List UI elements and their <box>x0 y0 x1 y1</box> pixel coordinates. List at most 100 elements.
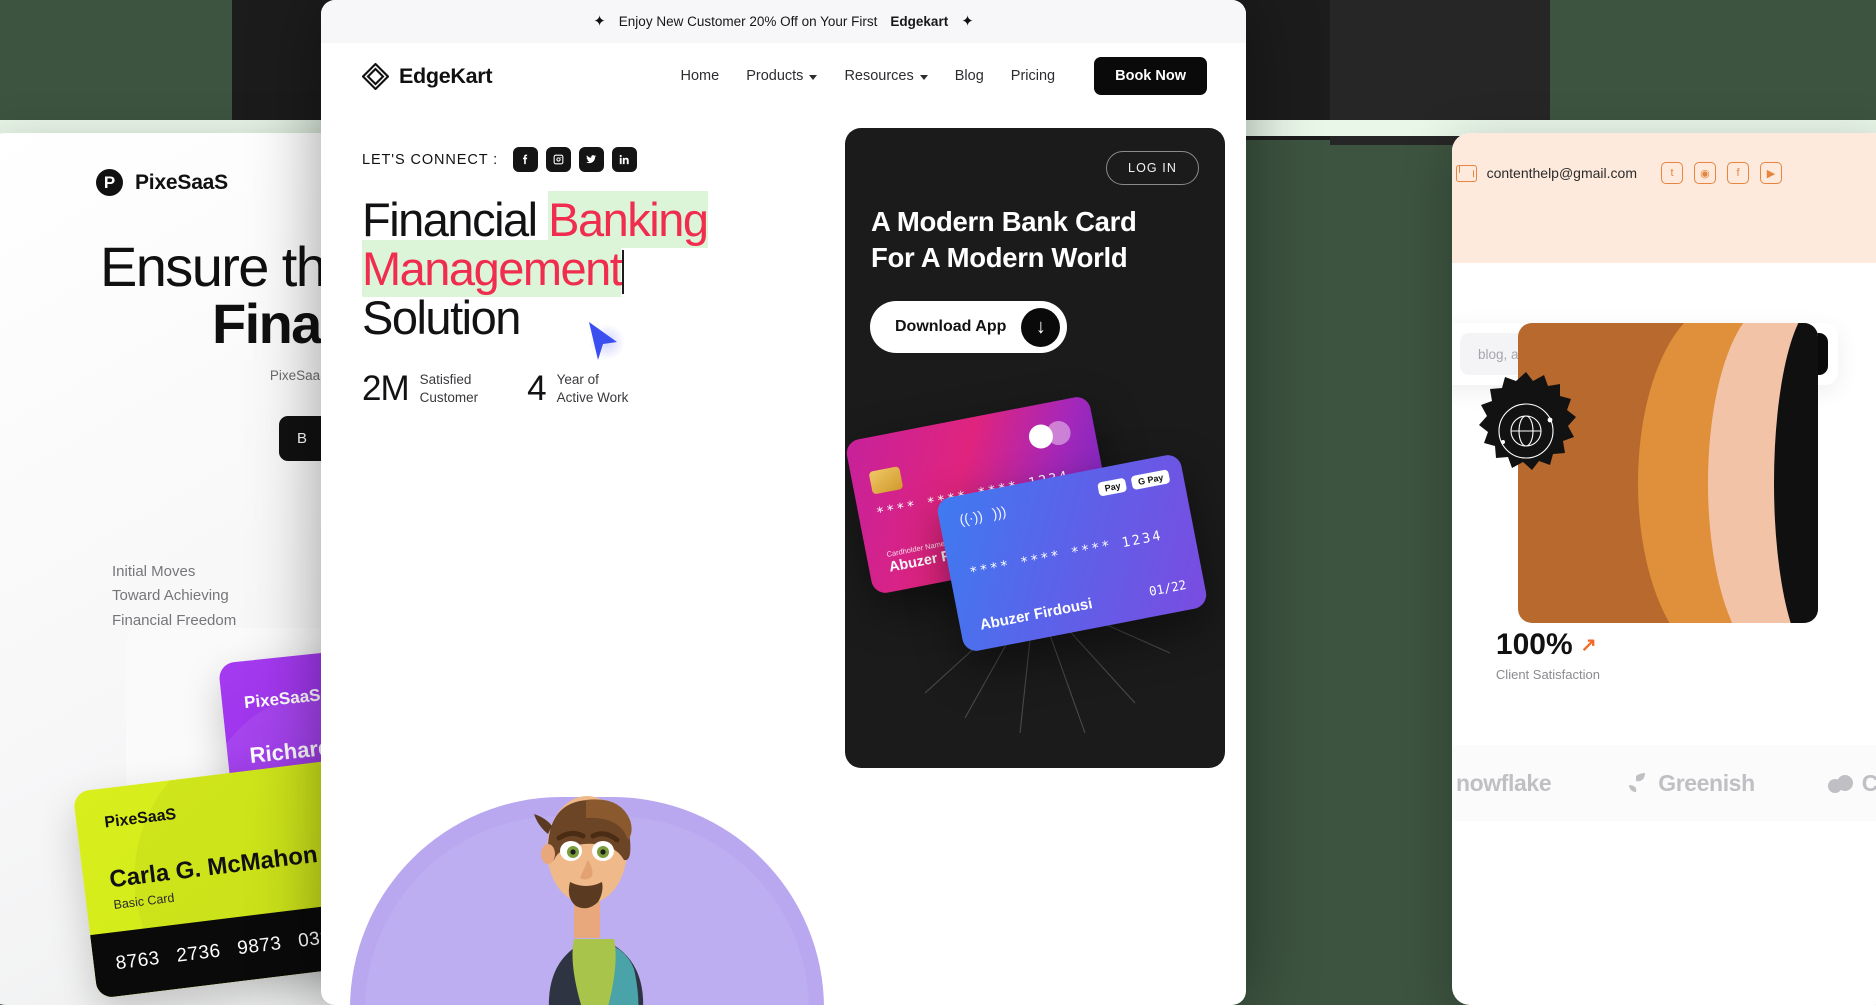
hero-left-column: LET'S CONNECT : Financial Banking Manage… <box>362 128 823 768</box>
nav-item-products-label: Products <box>746 68 804 84</box>
card-holder-name: Abuzer Firdousi <box>978 595 1094 634</box>
stat-label: Satisfied Customer <box>420 371 479 407</box>
google-pay-badge: G Pay <box>1130 469 1171 491</box>
partner-logo-strip: nowflake Greenish Clou <box>1452 745 1876 821</box>
nav-item-resources[interactable]: Resources <box>844 68 928 84</box>
pixesaas-headline-line1: Ensure the <box>100 235 356 298</box>
card-expiry-value: 01/22 <box>1147 576 1188 599</box>
stat-item: 100% ↗ Client Satisfaction <box>1496 628 1600 682</box>
stat-satisfied-customer: 2M Satisfied Customer <box>362 369 478 409</box>
stat-label: Client Satisfaction <box>1495 667 1600 682</box>
stat-number: 4 <box>527 368 546 408</box>
stat-number: 100% ↗ <box>1496 628 1600 662</box>
twitter-icon[interactable]: t <box>1660 162 1683 184</box>
text-caret <box>622 249 625 294</box>
youtube-icon[interactable]: ▶ <box>1759 162 1782 184</box>
promo-brand: Edgekart <box>890 14 949 29</box>
pixesaas-brand[interactable]: P PixeSaaS <box>96 169 228 196</box>
leaf-icon <box>1623 772 1649 794</box>
sparkle-icon-right: ✦ <box>961 13 974 30</box>
badge-starburst-icon <box>1479 372 1576 470</box>
screenshot-stage: P PixeSaaS Home ⌄ Ensure the Finan PixeS… <box>0 0 1876 1005</box>
card-chip-icon <box>868 466 904 495</box>
download-app-button[interactable]: Download App ↓ <box>870 301 1068 353</box>
promo-text: Enjoy New Customer 20% Off on Your First <box>618 14 878 29</box>
logo-greenish: Greenish <box>1623 770 1755 797</box>
right-stats-row: ↗ llent 100% ↗ Client Satisfaction <box>1452 628 1600 682</box>
hero-headline: Financial Banking Management Solution <box>362 191 762 362</box>
dark-card-heading: A Modern Bank Card For A Modern World <box>871 204 1191 277</box>
nav-item-home-label: Home <box>680 68 720 84</box>
pay-badges: Pay G Pay <box>1097 469 1171 497</box>
stat-active-work: 4 Year of Active Work <box>527 369 628 409</box>
nav-item-pricing-label: Pricing <box>1010 68 1056 84</box>
stat-label-line2: Customer <box>419 389 479 405</box>
stat-label: Year of Active Work <box>557 371 629 407</box>
contactless-icons: ((·)) ))) <box>958 503 1007 528</box>
chevron-down-icon <box>919 74 928 80</box>
stat-value: 100% <box>1495 628 1573 661</box>
logo-cloud: Clou <box>1827 770 1876 797</box>
greenish-label: Greenish <box>1658 769 1755 796</box>
card-digit-group: 9873 <box>236 933 283 960</box>
login-button[interactable]: LOG IN <box>1106 151 1199 185</box>
bank-cards-illustration: **** **** **** 1234 Expiry Date 01/22 Ca… <box>845 383 1225 768</box>
right-social-list: t ◉ f ▶ <box>1660 162 1782 184</box>
mail-icon <box>1455 164 1477 182</box>
stat-number: 2M <box>362 368 410 408</box>
explore-blogs-badge[interactable] <box>1465 370 1587 492</box>
logo-snowflake: nowflake <box>1456 769 1552 797</box>
background-page-right[interactable]: 26 contenthelp@gmail.com t ◉ f ▶ blog, a… <box>1452 133 1876 1005</box>
stat-label-line1: Year of <box>556 371 599 387</box>
nav-item-home[interactable]: Home <box>681 68 720 84</box>
wifi-icon: ))) <box>990 502 1008 522</box>
instagram-icon[interactable]: ◉ <box>1693 162 1716 184</box>
pixesaas-tagline: Initial Moves Toward Achieving Financial… <box>112 560 236 633</box>
facebook-icon[interactable]: f <box>1726 162 1749 184</box>
cartoon-man-illustration <box>534 796 644 1005</box>
nav-item-resources-label: Resources <box>844 68 914 84</box>
download-app-label: Download App <box>895 318 1007 335</box>
nav-item-products[interactable]: Products <box>746 68 818 84</box>
hero-section: LET'S CONNECT : Financial Banking Manage… <box>321 109 1246 768</box>
mouse-cursor-icon <box>584 320 626 364</box>
headline-part-1: Financial <box>362 193 549 246</box>
chevron-down-icon <box>809 74 818 80</box>
book-now-button[interactable]: Book Now <box>1094 57 1207 95</box>
pixesaas-logo-icon: P <box>96 169 123 196</box>
dark-promo-card: LOG IN A Modern Bank Card For A Modern W… <box>845 128 1225 768</box>
nav-links: Home Products Resources Blog Pricing Boo… <box>681 57 1207 95</box>
nav-item-pricing[interactable]: Pricing <box>1011 68 1055 84</box>
headline-part-2: Solution <box>362 290 521 344</box>
twitter-icon[interactable] <box>579 147 605 172</box>
arrow-up-right-icon: ↗ <box>1580 634 1597 656</box>
edgekart-brand[interactable]: EdgeKart <box>361 62 492 90</box>
character-illustration <box>350 776 824 1005</box>
cloud-label: Clou <box>1861 769 1876 796</box>
mastercard-icon <box>1026 418 1075 451</box>
edgekart-main-panel[interactable]: ✦ Enjoy New Customer 20% Off on Your Fir… <box>321 0 1246 1005</box>
pixesaas-brand-label: PixeSaaS <box>135 170 228 194</box>
nav-item-blog[interactable]: Blog <box>955 68 984 84</box>
dark-heading-line1: A Modern Bank Card <box>871 206 1137 237</box>
email-address[interactable]: contenthelp@gmail.com <box>1487 165 1637 181</box>
edgekart-diamond-logo-icon <box>361 62 390 90</box>
tagline-line-1: Initial Moves <box>112 563 196 580</box>
card-digit-group: 2736 <box>175 940 222 967</box>
apple-pay-badge: Pay <box>1097 477 1128 497</box>
tagline-line-2: Toward Achieving <box>112 587 229 605</box>
nfc-icon: ((·)) <box>958 507 985 528</box>
hero-stats: 2M Satisfied Customer 4 Year of Active W… <box>362 369 823 409</box>
linkedin-icon[interactable] <box>612 147 638 172</box>
nav-item-blog-label: Blog <box>954 68 984 84</box>
cloud-icon <box>1827 772 1853 794</box>
instagram-icon[interactable] <box>546 147 572 172</box>
stat-label-line1: Satisfied <box>419 371 472 387</box>
facebook-icon[interactable] <box>513 147 539 172</box>
stat-label-line2: Active Work <box>556 389 629 405</box>
peach-topbar <box>1452 133 1876 263</box>
snowflake-label: nowflake <box>1456 769 1552 796</box>
lets-connect-row: LET'S CONNECT : <box>362 147 823 172</box>
lets-connect-label: LET'S CONNECT : <box>362 151 499 168</box>
promo-banner[interactable]: ✦ Enjoy New Customer 20% Off on Your Fir… <box>321 0 1246 43</box>
